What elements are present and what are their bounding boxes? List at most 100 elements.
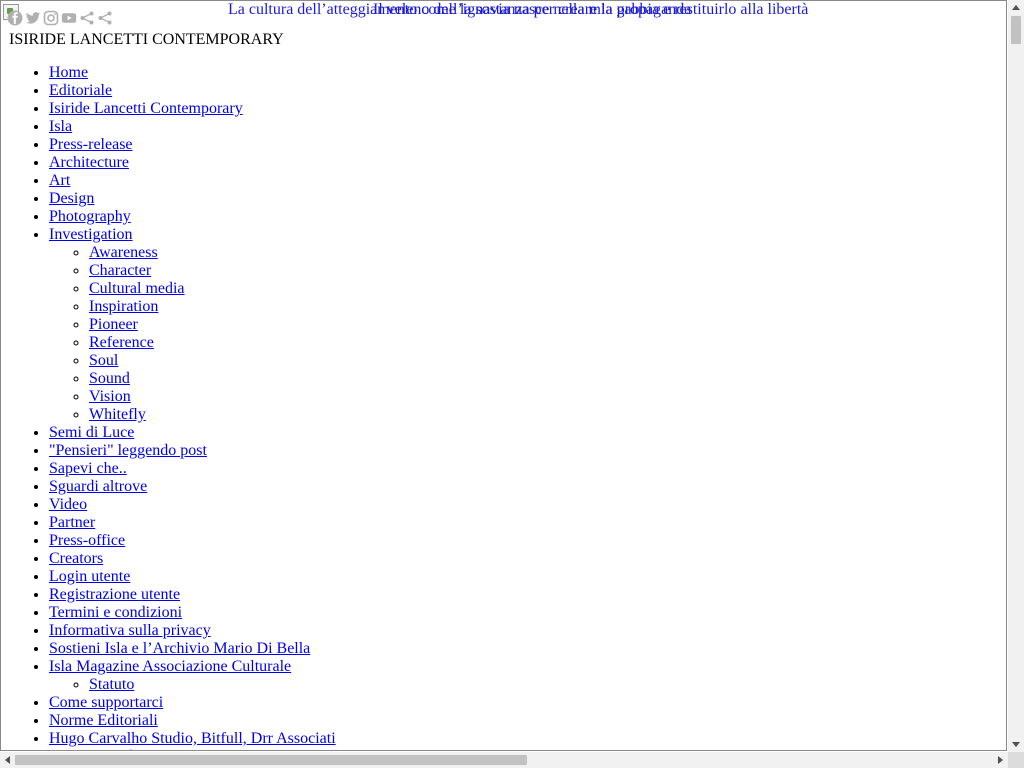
menu-item: Login utente (49, 568, 336, 586)
submenu-item: Cultural media (89, 280, 336, 298)
submenu-item: Whitefly (89, 406, 336, 424)
submenu-item: Statuto (89, 676, 336, 694)
scroll-left-arrow-icon[interactable] (5, 756, 10, 764)
menu-item: Video (49, 496, 336, 514)
instagram-icon[interactable] (43, 10, 59, 26)
news-ticker-item[interactable]: Il veleno dell’ignavia nasce nella mia g… (373, 1, 808, 19)
horizontal-scroll-thumb[interactable] (15, 755, 527, 765)
menu-item: Press-release (49, 136, 336, 154)
menu-link[interactable]: Come supportarci (49, 694, 163, 711)
menu-item: Partner (49, 514, 336, 532)
menu-link[interactable]: Norme Editoriali (49, 712, 158, 729)
submenu-link[interactable]: Character (89, 262, 151, 279)
menu-item: Sguardi altrove (49, 478, 336, 496)
menu-item: Creators (49, 550, 336, 568)
scroll-up-arrow-icon[interactable] (1012, 5, 1020, 10)
menu-link[interactable]: Editoriale (49, 82, 112, 99)
page-frame: La cultura dell’atteggiamento come la so… (0, 0, 1007, 751)
site-title: ISIRIDE LANCETTI CONTEMPORARY (9, 31, 284, 48)
menu-item: Editoriale (49, 82, 336, 100)
menu-link[interactable]: Creators (49, 550, 103, 567)
menu-link[interactable]: Isla (49, 118, 72, 135)
social-icons (7, 9, 113, 27)
menu-item: Isla (49, 118, 336, 136)
menu-item: "Pensieri" leggendo post (49, 442, 336, 460)
vertical-scroll-thumb[interactable] (1011, 16, 1021, 44)
menu-link[interactable]: Press-office (49, 532, 125, 549)
submenu-link[interactable]: Inspiration (89, 298, 158, 315)
menu-item: Semi di Luce (49, 424, 336, 442)
scroll-right-arrow-icon[interactable] (998, 756, 1003, 764)
menu-item: Sapevi che.. (49, 460, 336, 478)
submenu-item: Vision (89, 388, 336, 406)
menu-link[interactable]: Termini e condizioni (49, 604, 182, 621)
menu-link[interactable]: Partner (49, 514, 95, 531)
header-bar: La cultura dell’atteggiamento come la so… (1, 1, 1006, 26)
menu-item: Registrazione utente (49, 586, 336, 604)
twitter-icon[interactable] (25, 10, 41, 26)
menu-item: Hugo Carvalho Studio, Bitfull, Drr Assoc… (49, 730, 336, 748)
vertical-scrollbar[interactable] (1008, 0, 1024, 752)
menu-item: Press-office (49, 532, 336, 550)
menu-link[interactable]: Video (49, 496, 87, 513)
submenu-item: Sound (89, 370, 336, 388)
menu-link[interactable]: Design (49, 190, 94, 207)
menu-link[interactable]: Sapevi che.. (49, 460, 127, 477)
menu-item: Home (49, 64, 336, 82)
menu-link[interactable]: Isiride Lancetti Contemporary (49, 100, 243, 117)
submenu-link[interactable]: Statuto (89, 676, 134, 693)
menu-link[interactable]: Team Isla Editore (49, 748, 163, 750)
submenu: Statuto (49, 676, 336, 694)
menu-item: Art (49, 172, 336, 190)
menu-item: Sostieni Isla e l’Archivio Mario Di Bell… (49, 640, 336, 658)
menu-link[interactable]: Home (49, 64, 88, 81)
menu-link[interactable]: Registrazione utente (49, 586, 180, 603)
submenu-link[interactable]: Cultural media (89, 280, 185, 297)
submenu-link[interactable]: Reference (89, 334, 154, 351)
menu-item: Norme Editoriali (49, 712, 336, 730)
submenu-link[interactable]: Sound (89, 370, 130, 387)
youtube-icon[interactable] (61, 10, 77, 26)
menu-item: Isla Magazine Associazione CulturaleStat… (49, 658, 336, 694)
menu-link[interactable]: Investigation (49, 226, 133, 243)
menu-item: Termini e condizioni (49, 604, 336, 622)
menu-item: Come supportarci (49, 694, 336, 712)
menu-link[interactable]: Semi di Luce (49, 424, 134, 441)
menu-link[interactable]: Architecture (49, 154, 129, 171)
menu-item: InvestigationAwarenessCharacterCultural … (49, 226, 336, 424)
menu-link[interactable]: Login utente (49, 568, 130, 585)
submenu-item: Character (89, 262, 336, 280)
submenu: AwarenessCharacterCultural mediaInspirat… (49, 244, 336, 424)
menu-item: Team Isla Editore (49, 748, 336, 750)
menu-item: Photography (49, 208, 336, 226)
submenu-item: Reference (89, 334, 336, 352)
menu-link[interactable]: Isla Magazine Associazione Culturale (49, 658, 291, 675)
share-icon[interactable] (97, 10, 113, 26)
submenu-item: Awareness (89, 244, 336, 262)
main-menu: HomeEditorialeIsiride Lancetti Contempor… (9, 64, 336, 750)
scroll-down-arrow-icon[interactable] (1012, 742, 1020, 747)
scrollbar-corner (1008, 752, 1024, 768)
menu-item: Architecture (49, 154, 336, 172)
share-icon[interactable] (79, 10, 95, 26)
menu-item: Informativa sulla privacy (49, 622, 336, 640)
menu-link[interactable]: Informativa sulla privacy (49, 622, 211, 639)
submenu-link[interactable]: Awareness (89, 244, 158, 261)
submenu-link[interactable]: Vision (89, 388, 131, 405)
menu-link[interactable]: Art (49, 172, 70, 189)
menu-link[interactable]: Sguardi altrove (49, 478, 147, 495)
menu-link[interactable]: Sostieni Isla e l’Archivio Mario Di Bell… (49, 640, 310, 657)
menu-link[interactable]: "Pensieri" leggendo post (49, 442, 207, 459)
horizontal-scrollbar[interactable] (0, 752, 1008, 768)
menu-link[interactable]: Photography (49, 208, 131, 225)
menu-link[interactable]: Press-release (49, 136, 133, 153)
submenu-item: Pioneer (89, 316, 336, 334)
menu-item: Isiride Lancetti Contemporary (49, 100, 336, 118)
facebook-icon[interactable] (7, 10, 23, 26)
submenu-link[interactable]: Whitefly (89, 406, 146, 423)
submenu-item: Soul (89, 352, 336, 370)
menu-link[interactable]: Hugo Carvalho Studio, Bitfull, Drr Assoc… (49, 730, 336, 747)
submenu-link[interactable]: Pioneer (89, 316, 138, 333)
submenu-item: Inspiration (89, 298, 336, 316)
submenu-link[interactable]: Soul (89, 352, 118, 369)
